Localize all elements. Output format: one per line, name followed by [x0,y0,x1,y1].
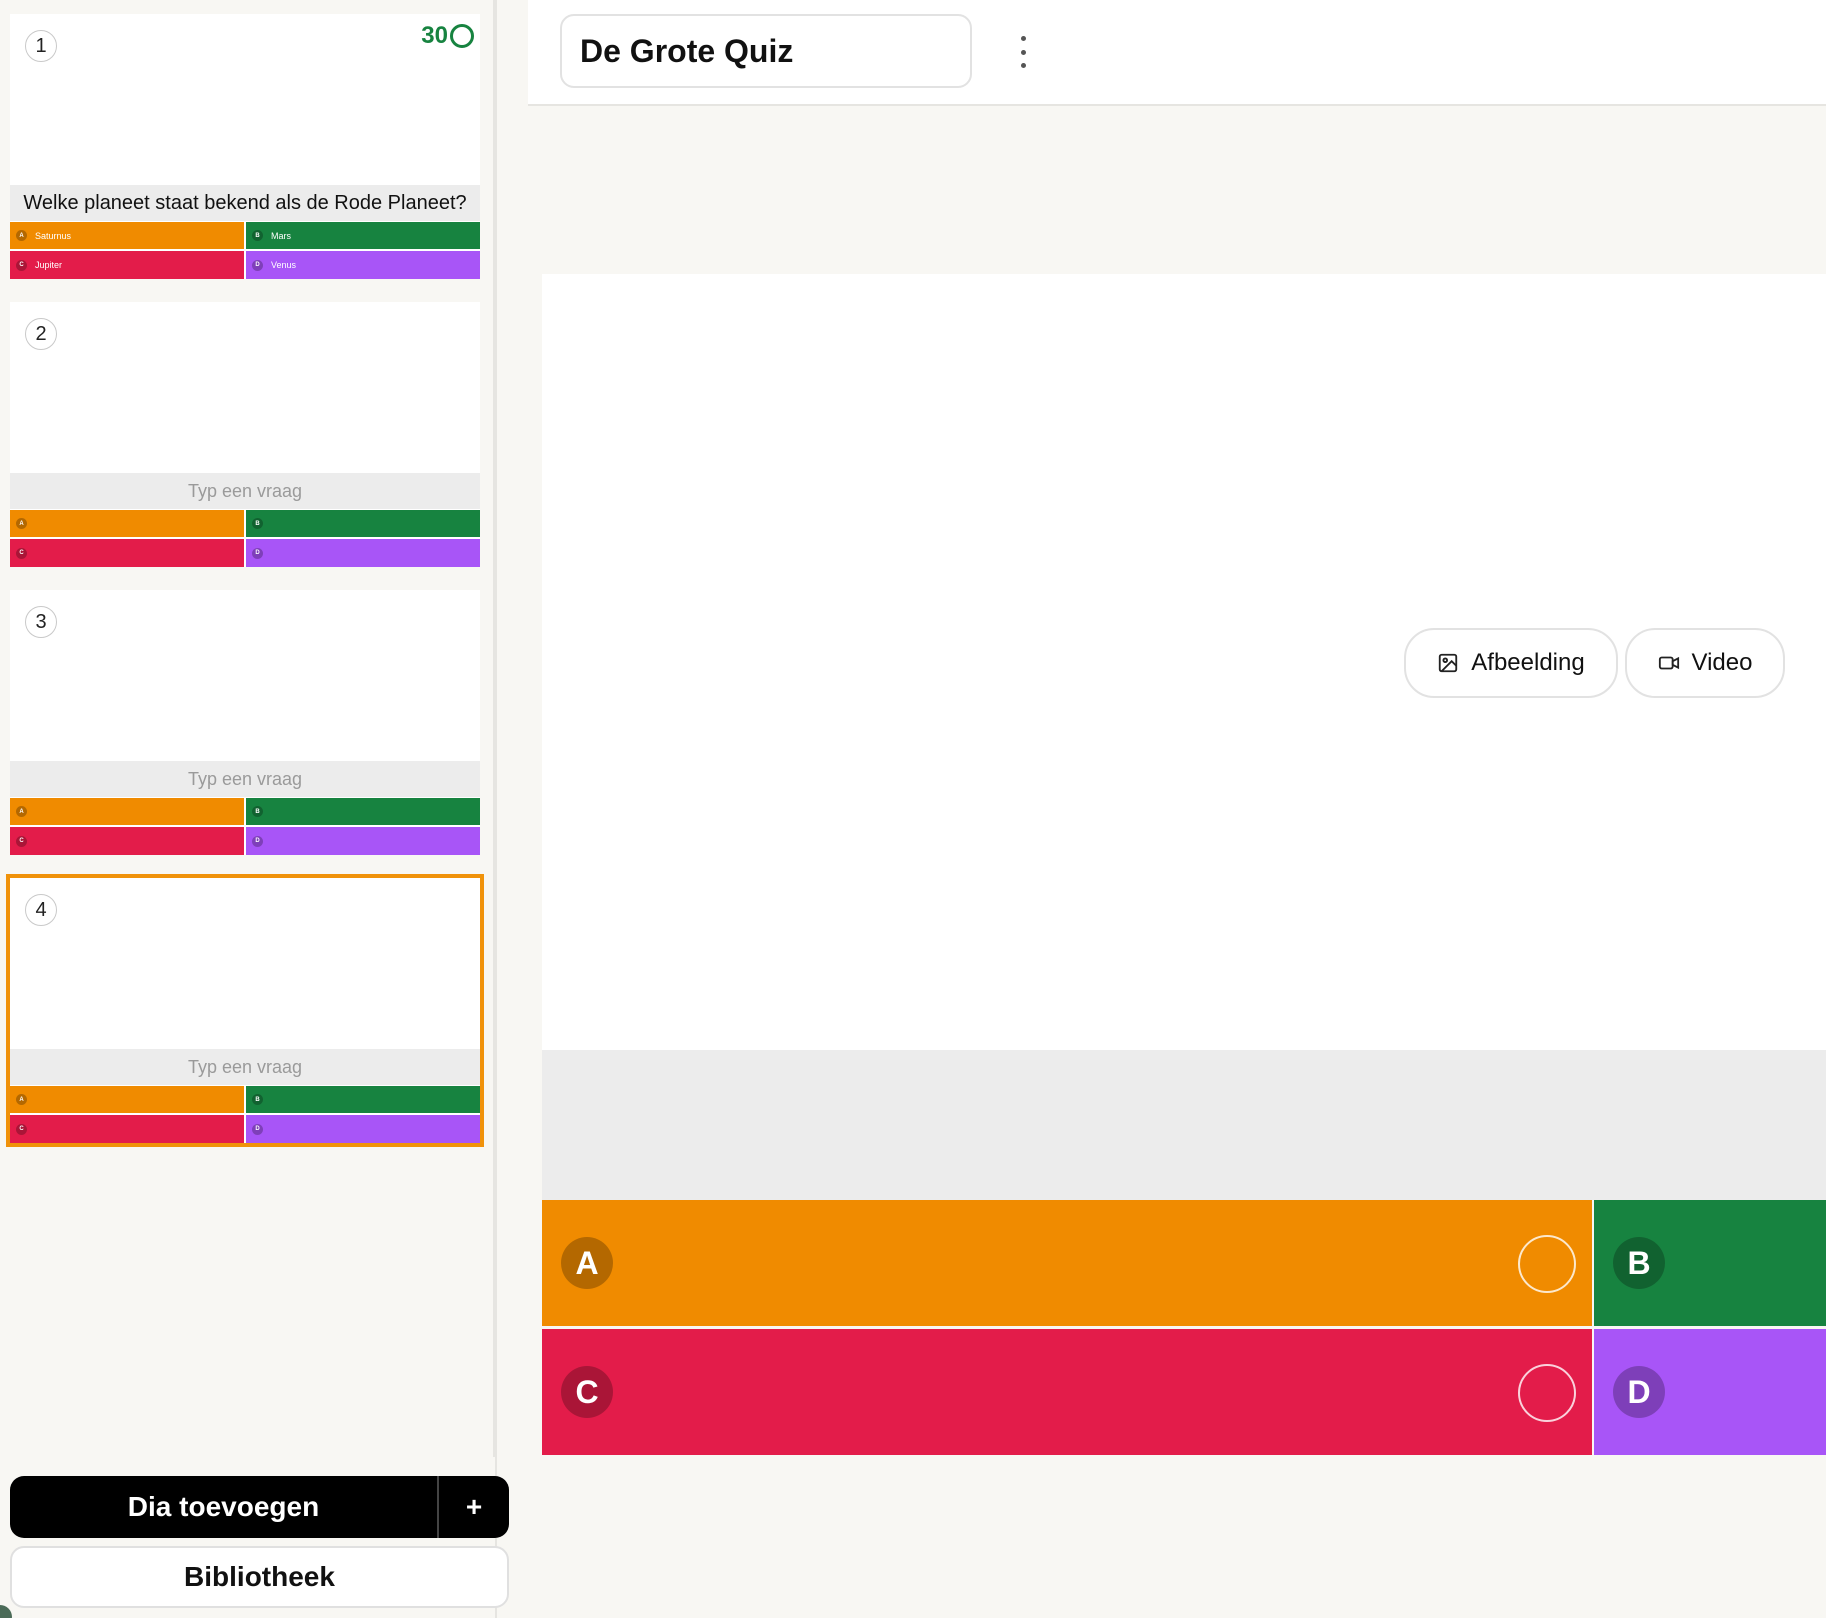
answer-c[interactable]: C [542,1329,1592,1455]
slide-answers: A B C D [10,510,480,567]
add-image-button[interactable]: Afbeelding [1404,628,1618,698]
answer-text: Saturnus [35,230,72,241]
answer-letter: B [252,1094,263,1105]
slide-thumbnail-3[interactable]: 3 Typ een vraag A B C D [10,590,480,855]
dot [1020,63,1026,68]
answer-letter: B [252,230,263,241]
answer-letter: C [16,547,27,559]
mini-answer-a: A [10,1086,244,1113]
mini-answer-d: D [244,1115,480,1143]
answer-letter: A [16,518,27,529]
mini-answer-c: C Jupiter [10,251,244,279]
mini-answer-d: D [244,539,480,567]
slide-answers: A B C D [10,1086,480,1143]
add-video-button[interactable]: Video [1625,628,1785,698]
answer-letter-d: D [1613,1366,1665,1418]
mini-answer-a: A Saturnus [10,222,244,249]
dot [1020,36,1026,41]
slide-thumbnail-1[interactable]: 1 30 Welke planeet staat bekend als de R… [10,14,480,279]
mini-answer-b: B [244,798,480,825]
media-canvas[interactable]: Afbeelding Video [542,274,1826,1050]
slide-question: Welke planeet staat bekend als de Rode P… [10,185,480,221]
add-image-label: Afbeelding [1471,649,1585,676]
answer-letter: C [16,835,27,847]
answer-letter: C [16,259,27,271]
answer-letter: A [16,230,27,241]
answer-letter: B [252,518,263,529]
answer-a[interactable]: A [542,1200,1592,1326]
slide-number: 3 [25,606,57,638]
add-slide-button[interactable]: Dia toevoegen [10,1476,437,1538]
slide-answers: A Saturnus B Mars C Jupiter D Venus [10,222,480,279]
slide-question-placeholder: Typ een vraag [10,473,480,509]
slide-answers: A B C D [10,798,480,855]
answer-letter-b: B [1613,1237,1665,1289]
answer-letter-c: C [561,1366,613,1418]
add-video-label: Video [1691,649,1753,676]
mini-answer-d: D [244,827,480,855]
slide-number: 2 [25,318,57,350]
answer-letter: D [252,259,263,271]
answer-d[interactable]: D [1594,1329,1826,1455]
dot [1020,49,1026,55]
timer-icon [450,24,474,48]
answer-letter: C [16,1123,27,1135]
answer-letter-a: A [561,1237,613,1289]
mini-answer-b: B [244,510,480,537]
answer-letter: D [252,835,263,847]
slide-thumbnail-4[interactable]: 4 Typ een vraag A B C D [6,874,484,1147]
timer-value: 30 [421,22,448,49]
slide-number: 4 [25,894,57,926]
answer-letter: D [252,547,263,559]
mini-answer-c: C [10,539,244,567]
answer-b[interactable]: B [1594,1200,1826,1326]
answer-letter: A [16,1094,27,1105]
mini-answer-d: D Venus [244,251,480,279]
slide-list[interactable]: 1 30 Welke planeet staat bekend als de R… [0,0,495,1457]
mini-answer-b: B [244,1086,480,1113]
answer-letter: B [252,806,263,817]
correct-answer-toggle-a[interactable] [1518,1235,1576,1293]
editor-header [528,0,1826,106]
slide-timer: 30 [421,22,474,50]
question-input-area[interactable] [542,1050,1826,1200]
slide-question-placeholder: Typ een vraag [10,761,480,797]
answer-text: Mars [271,230,291,241]
mini-answer-a: A [10,510,244,537]
mini-answer-a: A [10,798,244,825]
image-icon [1439,653,1458,673]
library-button[interactable]: Bibliotheek [10,1546,509,1608]
add-slide-group: Dia toevoegen + [10,1476,509,1538]
answer-text: Venus [271,260,297,270]
answer-text: Jupiter [35,260,63,270]
mini-answer-c: C [10,827,244,855]
slide-thumbnail-2[interactable]: 2 Typ een vraag A B C D [10,302,480,567]
answer-letter: A [16,806,27,817]
video-icon [1658,656,1679,670]
answer-letter: D [252,1123,263,1135]
slide-number: 1 [25,30,57,62]
correct-answer-toggle-c[interactable] [1518,1364,1576,1422]
add-slide-plus-button[interactable]: + [437,1476,509,1538]
more-vertical-icon[interactable] [1014,36,1032,68]
quiz-title-input[interactable] [560,14,972,88]
sidebar: 1 30 Welke planeet staat bekend als de R… [0,0,509,1618]
slide-question-placeholder: Typ een vraag [10,1049,480,1085]
sidebar-footer: Dia toevoegen + Bibliotheek [0,1458,509,1618]
mini-answer-c: C [10,1115,244,1143]
mini-answer-b: B Mars [244,222,480,249]
